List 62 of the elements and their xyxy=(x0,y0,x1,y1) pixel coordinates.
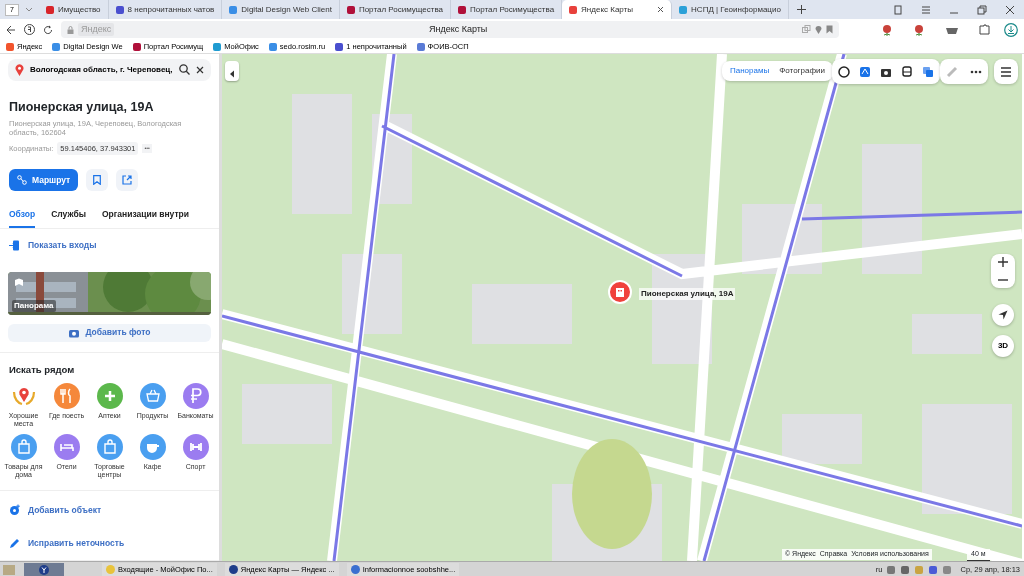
flower-icon[interactable] xyxy=(881,23,893,36)
panorama-icon xyxy=(14,277,24,288)
action-link[interactable]: Исправить неточность xyxy=(9,537,210,550)
bookmark-icon xyxy=(93,175,102,186)
section-title: Искать рядом xyxy=(9,363,76,378)
restore-icon[interactable] xyxy=(977,4,987,15)
panorama-label: Панорама xyxy=(12,299,56,312)
flower-icon[interactable] xyxy=(913,23,925,36)
close-icon[interactable] xyxy=(1005,4,1015,15)
pencil-icon xyxy=(9,538,20,550)
route-icon xyxy=(17,175,27,186)
location-pin-icon xyxy=(15,63,24,76)
panorama-icon[interactable] xyxy=(859,65,871,78)
caret-left-icon xyxy=(229,69,235,78)
lock-icon xyxy=(67,25,74,34)
location-pin-icon[interactable] xyxy=(815,25,822,34)
yandex-browser-launcher[interactable] xyxy=(24,562,64,576)
layers-icon[interactable] xyxy=(922,65,934,78)
action-link[interactable]: Добавить объект xyxy=(9,503,210,517)
page-title: Яндекс Карты xyxy=(428,22,488,36)
search-bar[interactable]: Вологодская область, г. Череповец, xyxy=(8,59,211,81)
layer-toggle[interactable]: Панорамы xyxy=(725,65,775,77)
close-icon[interactable] xyxy=(657,6,665,13)
menu-icon[interactable] xyxy=(1000,66,1012,77)
add-object-icon xyxy=(9,504,20,516)
bookmark-button[interactable] xyxy=(86,169,109,192)
search-field[interactable]: Вологодская область, г. Череповец, xyxy=(30,63,173,76)
yandex-icon[interactable] xyxy=(24,24,35,35)
chevron-down-icon[interactable] xyxy=(25,6,33,13)
app-icon xyxy=(106,565,115,574)
close-icon[interactable] xyxy=(196,65,204,74)
search-icon[interactable] xyxy=(179,64,190,76)
browser-tab[interactable]: Яндекс Карты xyxy=(562,0,673,19)
plus-icon[interactable] xyxy=(796,5,806,14)
collapse-panel-button[interactable] xyxy=(225,61,239,81)
share-icon xyxy=(122,175,133,186)
route-button[interactable]: Маршрут xyxy=(9,169,79,192)
show-entrances-link[interactable]: Показать входы xyxy=(9,239,210,252)
panel-tab[interactable]: Обзор xyxy=(9,208,36,229)
app-icon xyxy=(228,565,238,574)
share-button[interactable] xyxy=(116,169,139,192)
entrance-icon xyxy=(9,239,20,251)
bookmark-icon[interactable] xyxy=(826,25,833,34)
zoom-in-icon[interactable] xyxy=(998,257,1008,267)
app-icon xyxy=(350,565,360,574)
camera-icon xyxy=(68,327,81,338)
navigation-arrow-icon xyxy=(998,310,1008,320)
yandex-icon xyxy=(39,564,49,575)
download-icon[interactable] xyxy=(1004,22,1018,37)
address-bar[interactable]: Яндекс Яндекс Карты xyxy=(61,21,839,38)
building-icon xyxy=(615,287,625,297)
panel-tab[interactable]: Организации внутри xyxy=(101,208,190,229)
reload-icon[interactable] xyxy=(43,24,53,35)
circle-icon[interactable] xyxy=(838,65,850,78)
pin-label: Пионерская улица, 19А xyxy=(639,288,736,300)
add-photo-button[interactable]: Добавить фото xyxy=(8,323,211,343)
panel-tab[interactable]: Службы xyxy=(51,208,86,229)
layer-toggle[interactable]: Фотографии xyxy=(774,65,830,77)
back-icon[interactable] xyxy=(6,24,16,35)
site-domain: Яндекс xyxy=(78,22,115,37)
place-title: Пионерская улица, 19А xyxy=(9,98,155,116)
start-icon[interactable] xyxy=(2,563,16,576)
